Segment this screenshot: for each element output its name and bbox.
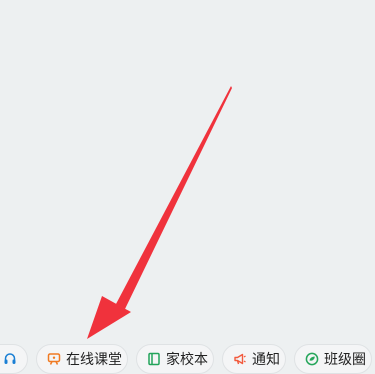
online-classroom-chip[interactable]: 在线课堂	[36, 344, 128, 374]
notebook-icon	[147, 352, 161, 366]
home-school-book-label: 家校本	[166, 352, 208, 368]
class-circle-chip[interactable]: 班级圈	[294, 344, 372, 374]
notice-chip[interactable]: 通知	[222, 344, 286, 374]
classroom-screen-icon	[47, 352, 61, 366]
red-arrow	[116, 86, 232, 309]
home-school-book-chip[interactable]: 家校本	[136, 344, 214, 374]
quick-entry-toolbar: 在线课堂 家校本 通知 班级圈	[0, 344, 375, 374]
red-arrow-annotation	[87, 86, 232, 339]
headset-chip[interactable]	[0, 344, 28, 374]
online-classroom-label: 在线课堂	[66, 352, 122, 368]
headset-icon	[3, 352, 17, 366]
megaphone-icon	[233, 352, 247, 366]
circle-leaf-icon	[305, 352, 319, 366]
notice-label: 通知	[252, 352, 280, 368]
class-circle-label: 班级圈	[324, 352, 366, 368]
red-arrow-head	[87, 296, 131, 339]
